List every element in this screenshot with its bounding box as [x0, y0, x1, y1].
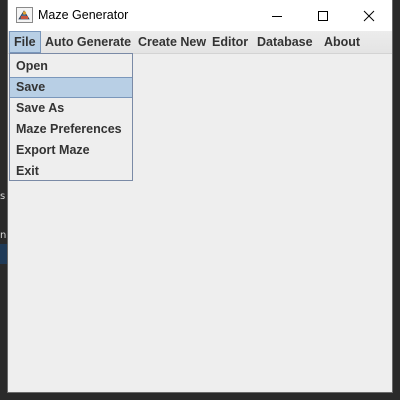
- menu-item-open[interactable]: Open: [10, 56, 132, 77]
- menu-item-save[interactable]: Save: [10, 77, 132, 98]
- maximize-icon: [318, 10, 328, 21]
- menu-auto-generate[interactable]: Auto Generate: [45, 31, 131, 53]
- background-text-fragment: s: [0, 191, 6, 202]
- close-button[interactable]: [346, 0, 392, 31]
- file-menu-dropdown: Open Save Save As Maze Preferences Expor…: [9, 53, 133, 181]
- title-bar[interactable]: Maze Generator: [8, 0, 392, 31]
- java-app-icon: [16, 7, 33, 23]
- menu-about[interactable]: About: [324, 31, 360, 53]
- window-title: Maze Generator: [38, 8, 129, 22]
- menu-item-save-as[interactable]: Save As: [10, 98, 132, 119]
- menu-bar: File Auto Generate Create New Editor Dat…: [8, 31, 392, 54]
- menu-file[interactable]: File: [9, 31, 41, 53]
- minimize-icon: [272, 15, 282, 17]
- app-window: Maze Generator File Auto Generate Create…: [8, 0, 392, 392]
- menu-item-exit[interactable]: Exit: [10, 161, 132, 182]
- menu-editor[interactable]: Editor: [212, 31, 248, 53]
- background-text-fragment: n: [0, 230, 7, 241]
- menu-item-export-maze[interactable]: Export Maze: [10, 140, 132, 161]
- background-strip: [0, 244, 8, 264]
- maximize-button[interactable]: [300, 0, 346, 31]
- menu-create-new[interactable]: Create New: [138, 31, 206, 53]
- menu-database[interactable]: Database: [257, 31, 313, 53]
- minimize-button[interactable]: [254, 0, 300, 31]
- menu-item-maze-preferences[interactable]: Maze Preferences: [10, 119, 132, 140]
- close-icon: [363, 10, 375, 21]
